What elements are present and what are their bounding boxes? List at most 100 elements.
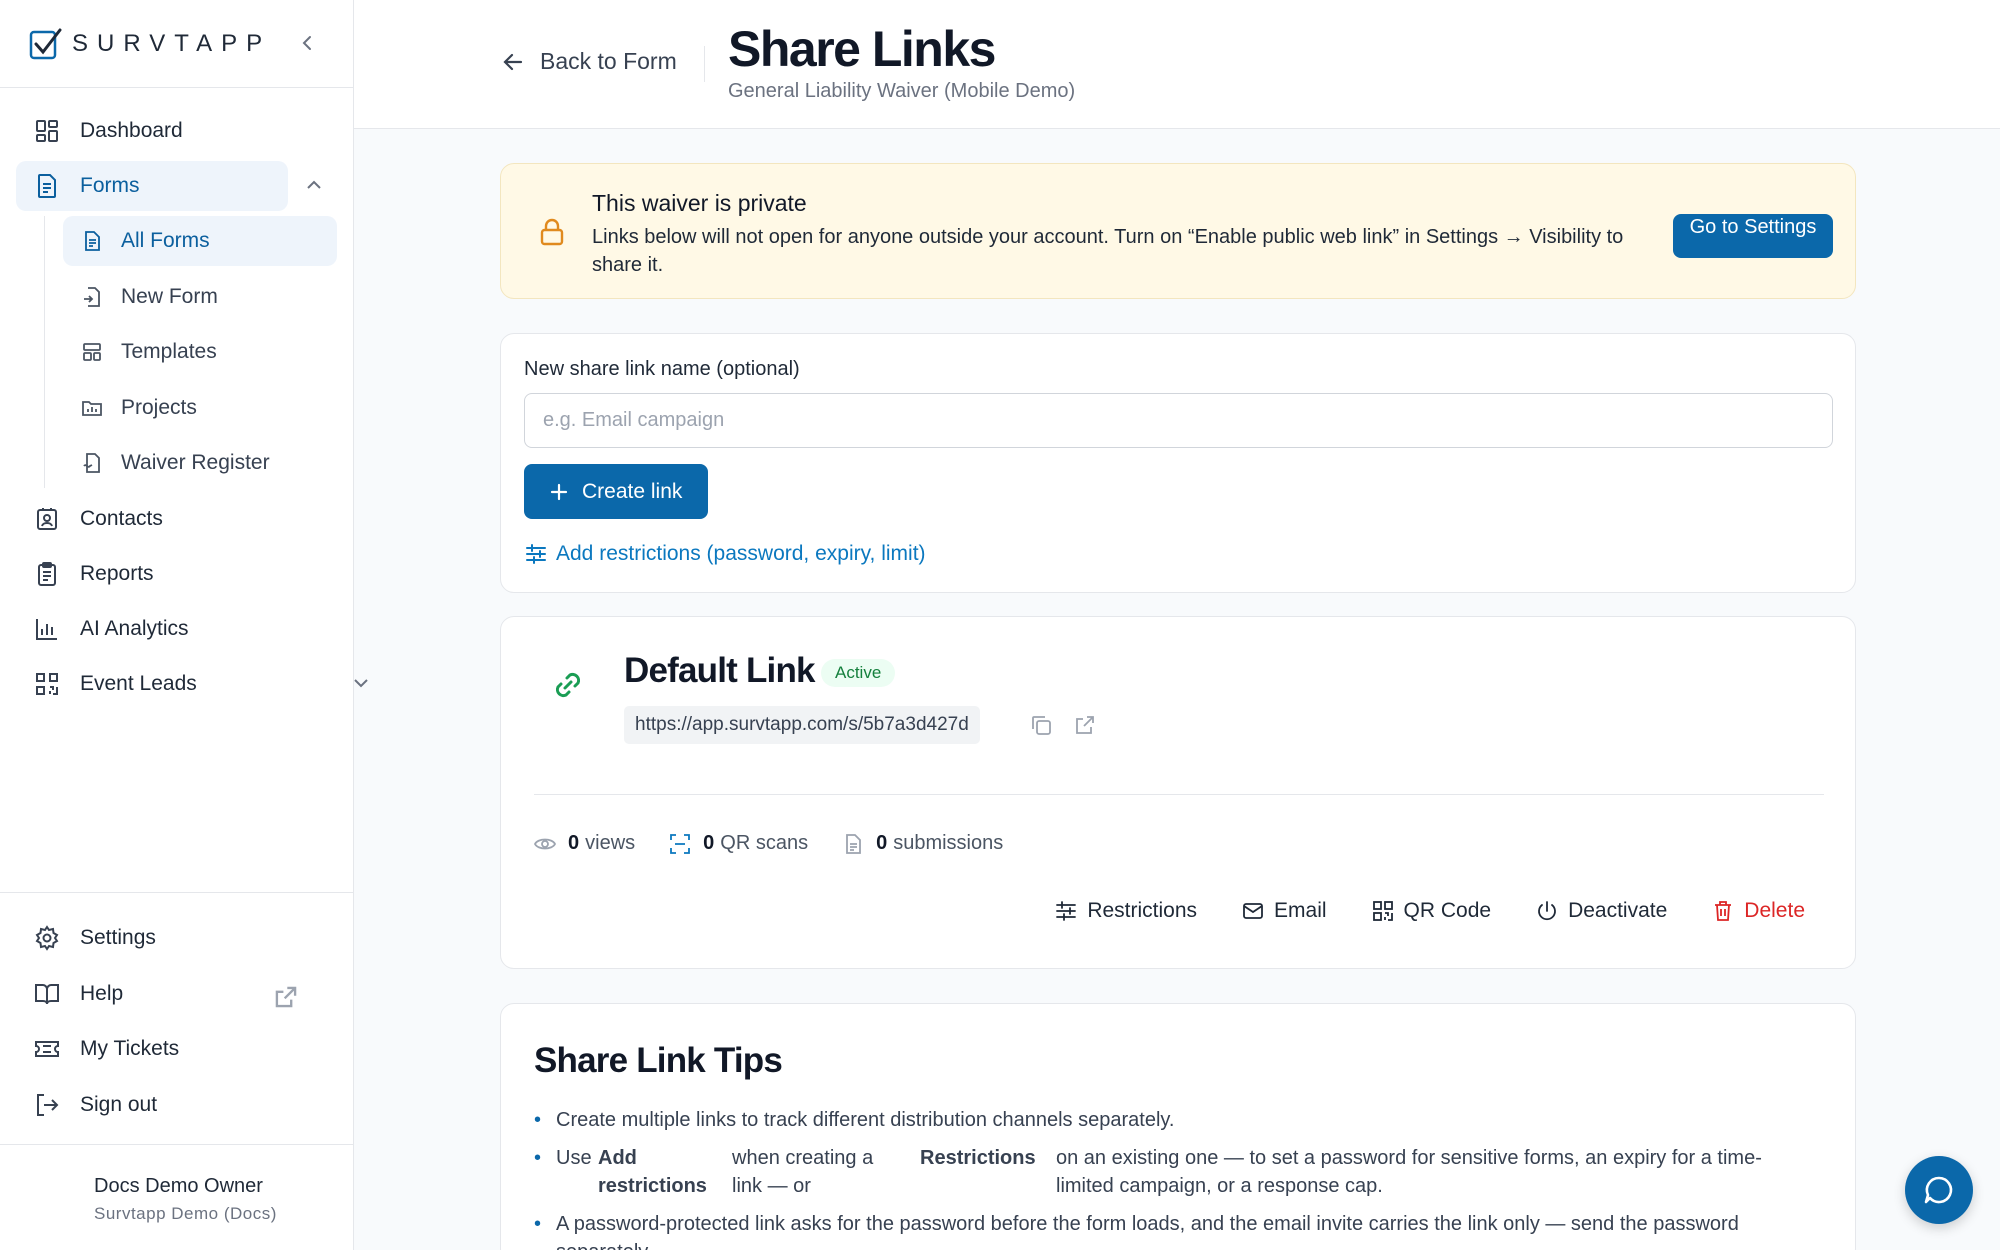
- book-icon: [35, 983, 59, 1004]
- link-url: https://app.survtapp.com/s/5b7a3d427d: [624, 706, 980, 744]
- sidebar-item-my-tickets[interactable]: My Tickets: [16, 1024, 337, 1074]
- chevron-up-icon[interactable]: [302, 173, 326, 197]
- sidebar-item-label: Waiver Register: [121, 451, 270, 474]
- tip-emphasis: Add restrictions: [598, 1147, 707, 1197]
- link-name: Default Link: [624, 651, 816, 690]
- stat-count: 0: [568, 832, 580, 854]
- plus-icon: [550, 483, 568, 500]
- tips-list: Create multiple links to track different…: [534, 1106, 1834, 1250]
- chevron-down-icon[interactable]: [349, 671, 373, 695]
- delete-button[interactable]: Delete: [1712, 899, 1805, 923]
- gear-icon: [35, 925, 59, 951]
- sidebar-item-settings[interactable]: Settings: [16, 913, 337, 963]
- external-link-icon: [275, 986, 297, 1007]
- share-link-tips: Share Link Tips Create multiple links to…: [500, 1003, 1856, 1250]
- tip-text: on an existing one — to set a password f…: [1056, 1147, 1762, 1197]
- sidebar-item-event-leads[interactable]: Event Leads: [16, 659, 368, 709]
- stat-submissions: 0 submissions: [842, 832, 1003, 855]
- tip-item: Use Add restrictions when creating a lin…: [534, 1144, 1834, 1200]
- document-icon: [85, 231, 100, 251]
- page-header: Back to Form Share Links General Liabili…: [354, 0, 2000, 129]
- add-restrictions-label: Add restrictions (password, expiry, limi…: [556, 542, 926, 565]
- user-profile[interactable]: Docs Demo Owner Survtapp Demo (Docs): [0, 1144, 353, 1250]
- eye-icon: [534, 838, 556, 849]
- deactivate-button[interactable]: Deactivate: [1536, 899, 1667, 923]
- user-name: Docs Demo Owner: [94, 1175, 263, 1197]
- folder-chart-icon: [82, 400, 102, 416]
- ticket-icon: [35, 1041, 59, 1057]
- chat-button[interactable]: [1905, 1156, 1973, 1224]
- open-link-icon[interactable]: [1073, 713, 1097, 737]
- contacts-icon: [37, 507, 57, 530]
- stat-label: QR scans: [720, 832, 809, 854]
- forms-subnav: All Forms New Form Templates Projects Wa…: [44, 216, 353, 488]
- sidebar-item-label: Templates: [121, 340, 217, 363]
- back-to-form-link[interactable]: Back to Form: [500, 48, 677, 75]
- brand-name: SURVTAPP: [72, 29, 272, 57]
- mail-icon: [1243, 903, 1263, 919]
- tip-text: when creating a link — or: [732, 1147, 874, 1197]
- page-title: Share Links: [728, 21, 996, 77]
- notice-text: Links below will not open for anyone out…: [592, 226, 1624, 276]
- sidebar: SURVTAPP Dashboard Forms All Forms New F…: [0, 0, 368, 1250]
- tip-item: Create multiple links to track different…: [534, 1106, 1834, 1134]
- divider: [534, 794, 1824, 795]
- sidebar-item-label: AI Analytics: [80, 616, 189, 640]
- create-link-button[interactable]: Create link: [524, 464, 708, 519]
- sidebar-item-help[interactable]: Help: [16, 969, 337, 1019]
- lock-icon: [540, 218, 564, 246]
- sidebar-item-sign-out[interactable]: Sign out: [16, 1080, 337, 1130]
- link-name-input[interactable]: [524, 393, 1833, 448]
- sidebar-item-label: Sign out: [80, 1092, 158, 1116]
- create-link-card: New share link name (optional) Create li…: [500, 333, 1856, 593]
- sidebar-item-label: All Forms: [121, 229, 210, 252]
- private-notice: This waiver is private Links below will …: [500, 163, 1856, 299]
- stat-label: submissions: [893, 832, 1004, 854]
- tips-title: Share Link Tips: [534, 1041, 783, 1080]
- sidebar-item-projects[interactable]: Projects: [63, 383, 337, 433]
- action-label: Deactivate: [1568, 899, 1668, 922]
- link-stats: 0 views 0 QR scans 0 submissions: [534, 832, 1037, 855]
- brand: SURVTAPP: [0, 0, 353, 88]
- qr-code-button[interactable]: QR Code: [1372, 899, 1491, 923]
- chat-bubble-icon: [1924, 1176, 1953, 1204]
- qr-code-icon: [1372, 901, 1393, 921]
- sidebar-item-contacts[interactable]: Contacts: [16, 494, 337, 544]
- email-button[interactable]: Email: [1242, 899, 1327, 923]
- sliders-icon: [526, 544, 546, 564]
- clipboard-icon: [38, 561, 56, 586]
- status-badge: Active: [821, 659, 896, 687]
- copy-icon[interactable]: [1029, 713, 1053, 737]
- sidebar-item-templates[interactable]: Templates: [63, 327, 337, 377]
- stat-qr-scans: 0 QR scans: [669, 832, 808, 855]
- share-link-card: Default Link Active https://app.survtapp…: [500, 616, 1856, 969]
- tip-text: Use: [556, 1147, 592, 1169]
- sidebar-item-ai-analytics[interactable]: AI Analytics: [16, 604, 337, 654]
- sliders-icon: [1056, 901, 1077, 921]
- sidebar-item-label: Reports: [80, 561, 154, 585]
- tip-item: A password-protected link asks for the p…: [534, 1210, 1834, 1250]
- logo-check-icon: [29, 28, 62, 59]
- sidebar-item-label: Contacts: [80, 506, 163, 530]
- restrictions-button[interactable]: Restrictions: [1055, 899, 1197, 923]
- back-label: Back to Form: [540, 48, 677, 74]
- sidebar-item-new-form[interactable]: New Form: [63, 272, 337, 322]
- collapse-sidebar-icon[interactable]: [295, 30, 321, 56]
- new-document-icon: [84, 286, 100, 307]
- power-icon: [1538, 901, 1556, 921]
- add-restrictions-link[interactable]: Add restrictions (password, expiry, limi…: [524, 542, 926, 566]
- template-icon: [83, 343, 101, 361]
- action-label: Email: [1274, 899, 1327, 922]
- sidebar-item-forms[interactable]: Forms: [16, 161, 321, 211]
- sidebar-item-dashboard[interactable]: Dashboard: [16, 106, 337, 156]
- sidebar-item-waiver-register[interactable]: Waiver Register: [63, 438, 337, 488]
- sidebar-item-label: Settings: [80, 926, 156, 949]
- sidebar-item-label: Event Leads: [80, 671, 197, 695]
- create-link-label: Create link: [582, 479, 683, 503]
- qr-code-icon: [36, 672, 58, 695]
- sidebar-item-all-forms[interactable]: All Forms: [63, 216, 337, 266]
- go-to-settings-button[interactable]: Go to Settings: [1673, 214, 1833, 258]
- sidebar-item-reports[interactable]: Reports: [16, 549, 337, 599]
- main-nav: Dashboard Forms All Forms New Form Templ…: [0, 88, 368, 709]
- document-icon: [38, 174, 56, 198]
